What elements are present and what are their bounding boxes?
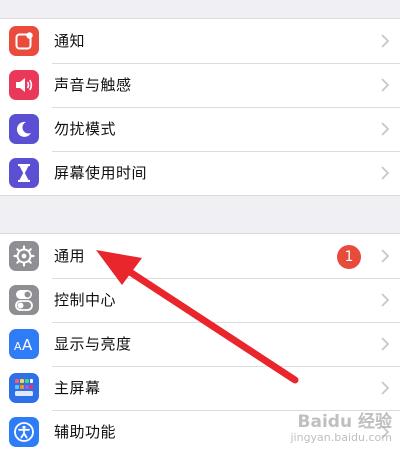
chevron-right-icon [381,249,389,263]
settings-row-display-brightness[interactable]: A A 显示与亮度 [0,322,400,366]
accessibility-icon [9,417,39,447]
chevron-right-icon [381,293,389,307]
settings-row-home-screen[interactable]: 主屏幕 [0,366,400,410]
row-label: 控制中心 [54,291,117,309]
settings-row-do-not-disturb[interactable]: 勿扰模式 [0,107,400,151]
settings-row-screen-time[interactable]: 屏幕使用时间 [0,151,400,195]
settings-row-sounds-haptics[interactable]: 声音与触感 [0,63,400,107]
row-label: 显示与亮度 [54,335,132,353]
gear-icon [9,241,39,271]
row-label: 屏幕使用时间 [54,164,148,182]
notification-icon [9,26,39,56]
chevron-right-icon [381,78,389,92]
row-label: 勿扰模式 [54,120,117,138]
row-label: 主屏幕 [54,379,101,397]
row-label: 辅助功能 [54,423,117,441]
row-label: 通知 [54,32,86,50]
row-label: 通用 [54,247,86,265]
settings-row-notifications[interactable]: 通知 [0,19,400,63]
moon-icon [9,114,39,144]
settings-row-general[interactable]: 通用 1 [0,234,400,278]
settings-row-control-center[interactable]: 控制中心 [0,278,400,322]
chevron-right-icon [381,122,389,136]
speaker-icon [9,70,39,100]
toggles-icon [9,285,39,315]
chevron-right-icon [381,337,389,351]
watermark-url: jingyan.baidu.com [290,431,392,444]
watermark: Baidu 经验 jingyan.baidu.com [290,413,392,444]
chevron-right-icon [381,34,389,48]
row-label: 声音与触感 [54,76,132,94]
hourglass-icon [9,158,39,188]
svg-text:A: A [22,336,33,352]
text-size-icon: A A [9,329,39,359]
chevron-right-icon [381,381,389,395]
chevron-right-icon [381,166,389,180]
home-grid-icon [9,373,39,403]
settings-group-notifications: 通知 声音与触感 勿扰模式 屏幕使用时间 [0,18,400,196]
notification-badge: 1 [337,245,361,269]
watermark-brand: Baidu 经验 [297,412,392,432]
svg-text:A: A [14,340,22,352]
